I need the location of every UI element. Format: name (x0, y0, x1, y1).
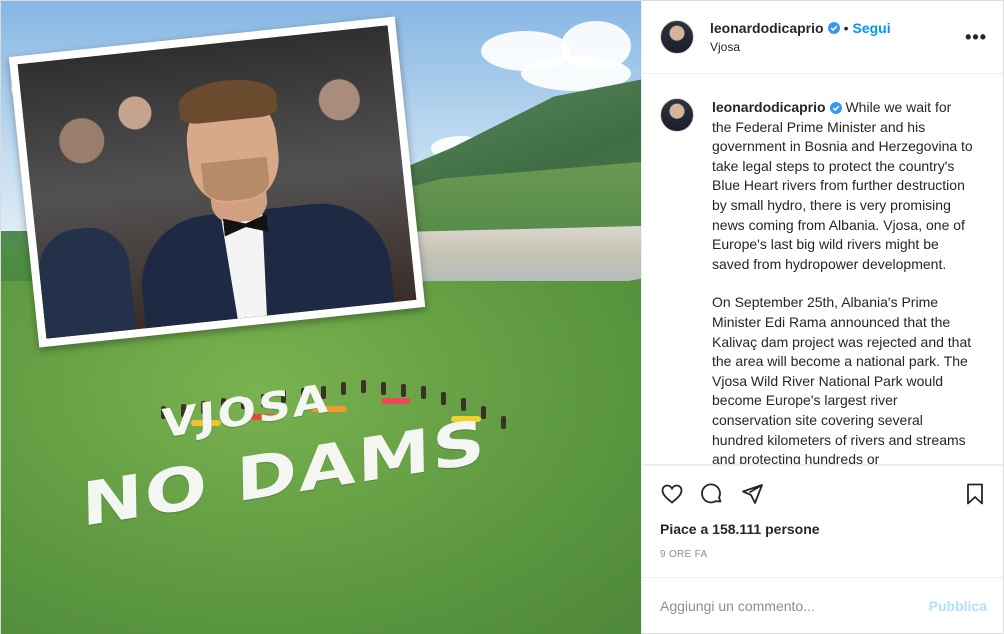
publish-button[interactable]: Pubblica (929, 598, 987, 614)
add-comment-bar: Pubblica (642, 577, 1003, 633)
heart-icon[interactable] (660, 482, 684, 506)
instagram-post: VJOSA NO DAMS leonardodicaprio • Segui V… (0, 0, 1004, 634)
inset-portrait-photo (8, 16, 426, 348)
verified-badge-icon (827, 22, 840, 34)
verified-badge-icon (829, 102, 842, 115)
comment-icon[interactable] (700, 482, 724, 506)
likes-count[interactable]: Piace a 158.111 persone (642, 521, 1003, 543)
follow-button[interactable]: Segui (852, 20, 890, 36)
action-bar (642, 465, 1003, 521)
avatar[interactable] (660, 98, 694, 132)
username-link[interactable]: leonardodicaprio (710, 20, 824, 36)
comments-section[interactable]: leonardodicaprio While we wait for the F… (642, 74, 1003, 465)
separator-dot: • (843, 20, 849, 36)
comment-input[interactable] (660, 597, 929, 614)
caption-text: On September 25th, Albania's Prime Minis… (712, 294, 972, 465)
post-timestamp[interactable]: 9 ORE FA (642, 543, 1003, 577)
caption-username-link[interactable]: leonardodicaprio (712, 99, 826, 115)
bookmark-icon[interactable] (963, 482, 987, 506)
caption: leonardodicaprio While we wait for the F… (660, 98, 987, 465)
caption-text: While we wait for the Federal Prime Mini… (712, 99, 973, 272)
more-options-icon[interactable]: ••• (965, 27, 987, 48)
post-image[interactable]: VJOSA NO DAMS (1, 1, 641, 634)
location-link[interactable]: Vjosa (710, 40, 891, 54)
avatar[interactable] (660, 20, 694, 54)
post-header: leonardodicaprio • Segui Vjosa ••• (642, 1, 1003, 74)
post-side-panel: leonardodicaprio • Segui Vjosa ••• leona… (641, 1, 1003, 633)
send-icon[interactable] (740, 482, 764, 506)
